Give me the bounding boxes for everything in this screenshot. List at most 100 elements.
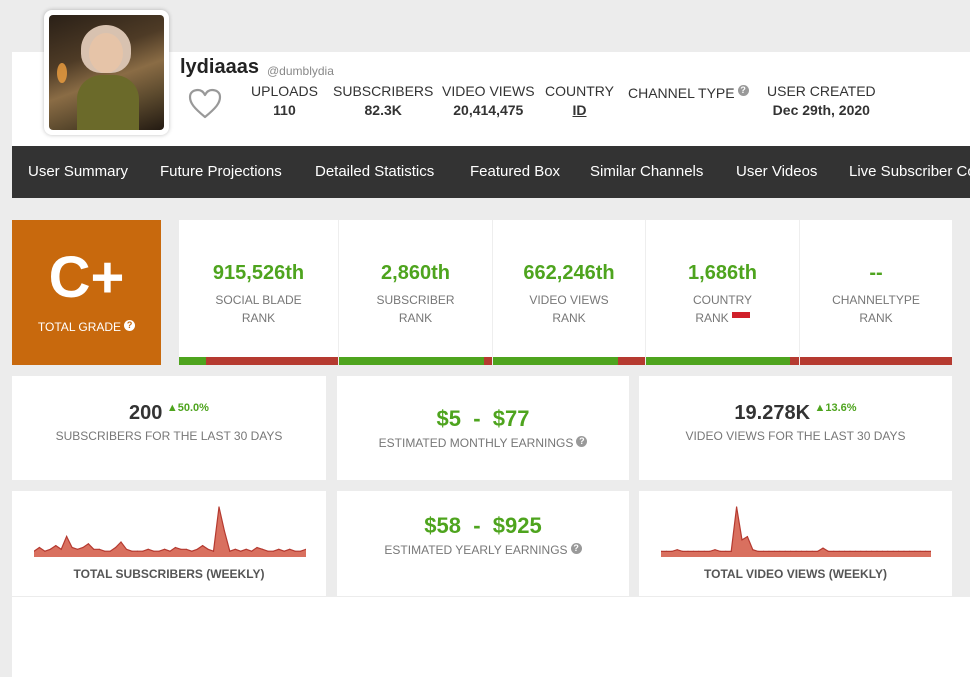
sparkline-point [115, 546, 117, 549]
tab-live-subscriber-count[interactable]: Live Subscriber Co [849, 163, 970, 180]
sparkline-point [164, 548, 166, 550]
sparkline-point [207, 548, 209, 550]
sparkline-point [746, 536, 748, 538]
nav-bar: User Summary Future Projections Detailed… [12, 146, 970, 198]
sparkline-point [822, 547, 824, 549]
sparkline-point [93, 548, 95, 550]
sparkline-point [66, 535, 68, 537]
sparkline-point [82, 546, 84, 549]
sparkline-point [251, 550, 253, 552]
sparkline-point [779, 550, 781, 552]
sparkline-point [730, 550, 732, 552]
rank-panel: 915,526th SOCIAL BLADE RANK 2,860th SUBSC… [179, 220, 952, 365]
sparkline-point [687, 550, 689, 552]
sparkline-point [202, 545, 204, 547]
sparkline-point [833, 550, 835, 552]
sparkline-point [38, 546, 40, 549]
sparkline-point [49, 548, 51, 550]
sparkline-point [741, 539, 743, 541]
sparkline-point [125, 548, 128, 550]
uploads-stat: UPLOADS 110 [251, 83, 318, 118]
sparkline-point [725, 550, 727, 552]
video-views-weekly-card: TOTAL VIDEO VIEWS (WEEKLY) [639, 491, 952, 596]
sparkline-point [294, 550, 296, 552]
sparkline-point [752, 549, 754, 551]
help-icon[interactable]: ? [570, 543, 582, 554]
sparkline-point [104, 550, 106, 552]
sparkline-point [87, 543, 89, 545]
help-icon[interactable]: ? [124, 320, 136, 331]
sparkline-point [795, 550, 797, 552]
sparkline-point [180, 548, 182, 550]
sparkline-point [671, 550, 673, 552]
sparkline-point [676, 549, 678, 551]
sparkline-point [71, 546, 73, 549]
subscribers-weekly-sparkline [34, 506, 306, 557]
grade-value: C+ [48, 245, 125, 310]
help-icon[interactable]: ? [737, 85, 749, 96]
sparkline-point [838, 550, 840, 552]
sparkline-point [174, 546, 176, 549]
sparkline-point [191, 550, 193, 552]
sparkline-point [240, 550, 242, 552]
sparkline-point [844, 550, 846, 552]
user-created-stat: USER CREATED Dec 29th, 2020 [767, 83, 876, 118]
country-link[interactable]: ID [545, 102, 614, 118]
sparkline-point [817, 550, 819, 552]
tab-detailed-statistics[interactable]: Detailed Statistics [315, 163, 434, 180]
tab-featured-box[interactable]: Featured Box [470, 163, 560, 180]
profile-photo [49, 15, 164, 130]
rank-progress-bar [179, 357, 338, 365]
rank-progress-bar [646, 357, 799, 365]
sparkline-point [860, 550, 862, 552]
sparkline-point [736, 506, 738, 508]
sparkline-point [76, 548, 79, 550]
heart-icon[interactable] [188, 88, 222, 120]
video-views-weekly-sparkline [661, 506, 931, 557]
sparkline-point [865, 550, 867, 552]
channel-type-rank: -- CHANNELTYPE RANK [800, 220, 952, 365]
sparkline-point [44, 550, 46, 552]
subscriber-rank: 2,860th SUBSCRIBER RANK [339, 220, 493, 365]
sparkline-area [34, 507, 306, 557]
content-area [12, 597, 970, 677]
sparkline-point [811, 550, 813, 552]
sparkline-point [120, 541, 122, 543]
sparkline-point [768, 550, 770, 552]
rank-progress-bar [493, 357, 645, 365]
subscribers-30-days-card: 200 ▲50.0% SUBSCRIBERS FOR THE LAST 30 D… [12, 376, 326, 480]
tab-user-summary[interactable]: User Summary [28, 163, 128, 180]
sparkline-point [790, 550, 792, 552]
subscribers-weekly-card: TOTAL SUBSCRIBERS (WEEKLY) [12, 491, 326, 596]
sparkline-point [925, 550, 927, 552]
sparkline-point [903, 550, 905, 552]
sparkline-point [709, 550, 711, 552]
sparkline-point [245, 548, 247, 550]
sparkline-point [261, 548, 264, 550]
sparkline-point [871, 550, 873, 552]
sparkline-point [692, 550, 694, 552]
tab-future-projections[interactable]: Future Projections [160, 163, 282, 180]
help-icon[interactable]: ? [576, 436, 588, 447]
sparkline-point [773, 550, 775, 552]
sparkline-point [109, 550, 111, 552]
sparkline-line [661, 506, 931, 553]
sparkline-point [169, 550, 171, 552]
sparkline-point [919, 550, 921, 552]
sparkline-point [218, 506, 220, 508]
sparkline-point [914, 550, 916, 552]
total-grade-box: C+ TOTAL GRADE? [12, 220, 161, 365]
sparkline-point [158, 550, 160, 552]
sparkline-point [153, 550, 155, 552]
sparkline-point [131, 550, 133, 552]
sparkline-point [887, 550, 889, 552]
sparkline-point [784, 550, 786, 552]
tab-similar-channels[interactable]: Similar Channels [590, 163, 703, 180]
rank-progress-bar [800, 357, 952, 365]
social-blade-rank: 915,526th SOCIAL BLADE RANK [179, 220, 339, 365]
video-views-stat: VIDEO VIEWS 20,414,475 [442, 83, 535, 118]
country-rank: 1,686th COUNTRY RANK [646, 220, 800, 365]
tab-user-videos[interactable]: User Videos [736, 163, 817, 180]
channel-avatar[interactable] [44, 10, 169, 135]
channel-handle: @dumblydia [267, 64, 334, 78]
